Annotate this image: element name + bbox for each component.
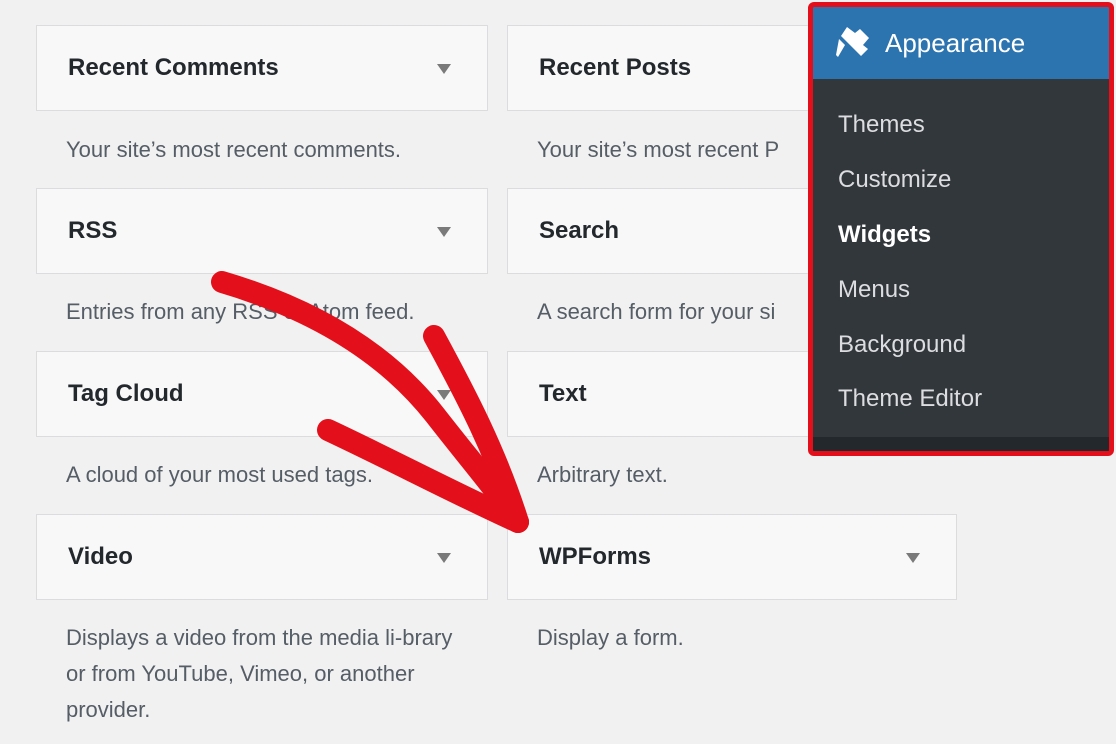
widget-description: Display a form. — [537, 625, 684, 650]
widget-title: Tag Cloud — [68, 380, 184, 407]
widget-wpforms[interactable]: WPForms — [507, 514, 957, 600]
widget-title: Recent Comments — [68, 54, 279, 81]
widget-description: Displays a video from the media li-brary… — [66, 625, 453, 722]
menu-title: Appearance — [885, 28, 1026, 58]
widget-title: Video — [68, 543, 133, 570]
submenu-item-themes[interactable]: Themes — [838, 109, 925, 141]
chevron-down-icon[interactable] — [437, 64, 451, 74]
menu-bottom-divider — [813, 437, 1109, 451]
submenu-item-customize[interactable]: Customize — [838, 164, 951, 196]
appearance-menu: Appearance Themes Customize Widgets Menu… — [808, 2, 1114, 456]
widget-title: Text — [539, 380, 587, 407]
submenu-item-theme-editor[interactable]: Theme Editor — [838, 383, 982, 415]
widget-title: Search — [539, 217, 620, 244]
widget-description: Entries from any RSS or Atom feed. — [66, 299, 415, 324]
submenu-item-widgets[interactable]: Widgets — [838, 219, 931, 251]
chevron-down-icon[interactable] — [437, 227, 451, 237]
widget-title: WPForms — [539, 543, 652, 570]
widget-title: Recent Posts — [539, 54, 692, 81]
widget-recent-comments[interactable]: Recent Comments — [36, 25, 488, 111]
chevron-down-icon[interactable] — [906, 553, 920, 563]
widget-video[interactable]: Video — [36, 514, 488, 600]
paintbrush-icon — [836, 27, 869, 57]
menu-header-appearance[interactable]: Appearance — [813, 7, 1109, 79]
widget-tag-cloud[interactable]: Tag Cloud — [36, 351, 488, 437]
widget-description: Your site’s most recent P — [537, 137, 780, 162]
submenu-item-menus[interactable]: Menus — [838, 274, 910, 306]
widget-title: RSS — [68, 217, 118, 244]
chevron-down-icon[interactable] — [437, 553, 451, 563]
widget-description: A search form for your si — [537, 299, 776, 324]
widget-description: A cloud of your most used tags. — [66, 462, 373, 487]
widget-description: Arbitrary text. — [537, 462, 668, 487]
chevron-down-icon[interactable] — [437, 390, 451, 400]
submenu-item-background[interactable]: Background — [838, 329, 966, 361]
widgets-screen: Recent Comments Your site’s most recent … — [0, 0, 1116, 744]
widget-rss[interactable]: RSS — [36, 188, 488, 274]
widget-description: Your site’s most recent comments. — [66, 137, 402, 162]
